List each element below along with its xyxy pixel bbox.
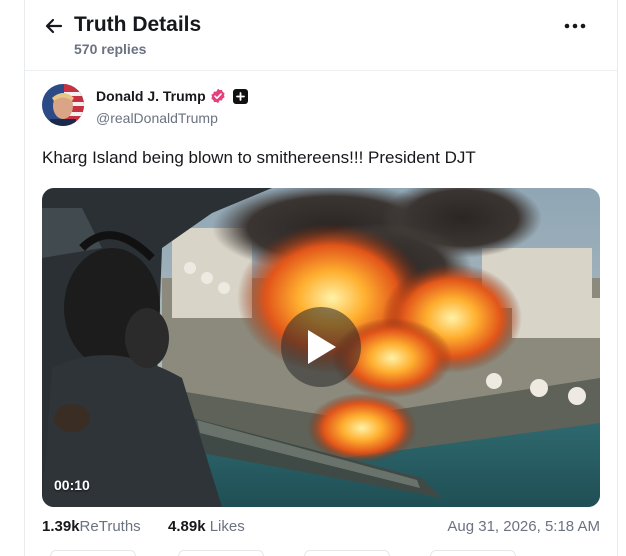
header-divider — [25, 70, 617, 71]
replies-count[interactable]: 570 replies — [74, 41, 146, 57]
post-text: Kharg Island being blown to smithereens!… — [42, 148, 476, 167]
arrow-left-icon — [45, 18, 63, 34]
video-player[interactable]: 00:10 — [42, 188, 600, 507]
author-name[interactable]: Donald J. Trump — [96, 88, 206, 104]
action-bar — [42, 550, 598, 556]
play-button[interactable] — [281, 307, 361, 387]
avatar-image — [42, 84, 84, 126]
post-stats: 1.39kReTruths 4.89k Likes Aug 31, 2026, … — [42, 518, 600, 538]
play-icon — [308, 330, 336, 364]
back-button[interactable] — [42, 14, 66, 38]
header: Truth Details 570 replies — [42, 12, 598, 62]
page-title: Truth Details — [74, 13, 202, 36]
retruth-button[interactable] — [178, 550, 264, 556]
plus-badge-icon — [232, 88, 248, 104]
avatar[interactable] — [42, 84, 84, 126]
like-button[interactable] — [304, 550, 390, 556]
retruths-stat[interactable]: 1.39kReTruths — [42, 518, 141, 535]
verified-badge-icon — [211, 88, 225, 104]
author-handle[interactable]: @realDonaldTrump — [96, 110, 218, 126]
likes-stat[interactable]: 4.89k Likes — [168, 518, 245, 535]
share-button[interactable] — [430, 550, 516, 556]
retruths-count: 1.39k — [42, 518, 80, 535]
more-horizontal-icon — [564, 23, 586, 29]
post-timestamp: Aug 31, 2026, 5:18 AM — [447, 518, 600, 535]
likes-count: 4.89k — [168, 518, 206, 535]
reply-button[interactable] — [50, 550, 136, 556]
author-row: Donald J. Trump @realDonaldTrump — [42, 84, 598, 128]
retruths-label: ReTruths — [79, 518, 141, 535]
video-duration: 00:10 — [54, 477, 90, 493]
more-options-button[interactable] — [562, 16, 588, 36]
author-name-row: Donald J. Trump — [96, 88, 248, 104]
likes-label: Likes — [209, 518, 245, 535]
